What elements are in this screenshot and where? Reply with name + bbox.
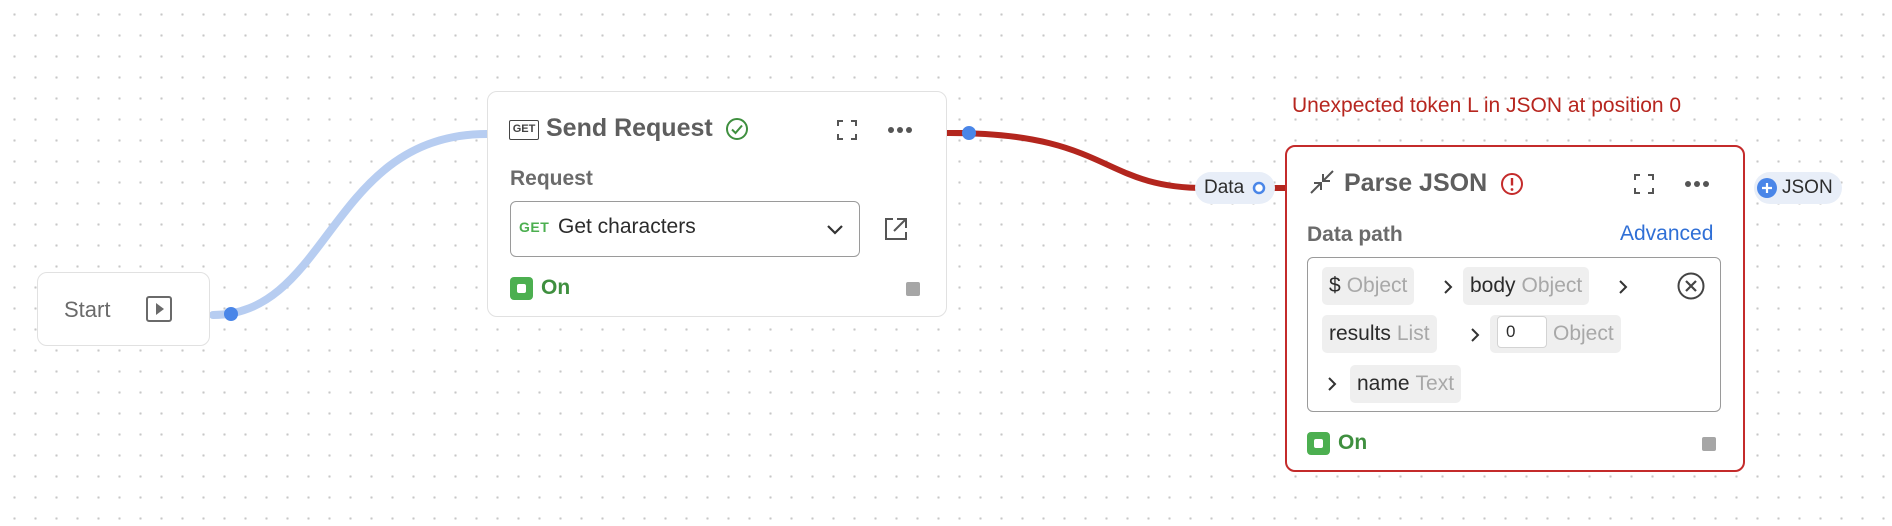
more-options-icon[interactable] xyxy=(1684,180,1710,188)
chevron-right-icon xyxy=(1471,328,1480,342)
request-to-parse-wire xyxy=(947,130,1208,191)
json-output-port[interactable]: JSON xyxy=(1754,172,1842,204)
parse-json-node[interactable]: Parse JSON Data path Advanced $ Object bo… xyxy=(1285,145,1745,472)
chevron-down-icon xyxy=(827,225,843,235)
path-chip-body[interactable]: body Object xyxy=(1463,267,1590,305)
check-circle-icon xyxy=(726,118,748,140)
open-external-icon[interactable] xyxy=(883,216,909,242)
on-toggle[interactable] xyxy=(1307,432,1330,455)
plus-circle-icon[interactable] xyxy=(1756,177,1778,199)
get-method-icon: GET xyxy=(509,120,539,140)
request-select-value: Get characters xyxy=(558,215,696,238)
send-request-node[interactable]: GET Send Request Request GET Get charact… xyxy=(487,91,947,317)
start-to-request-wire xyxy=(209,130,491,319)
index-input[interactable]: 0 xyxy=(1497,316,1547,349)
path-chip-type: Object xyxy=(1346,274,1408,297)
path-chip-type: Object xyxy=(1553,322,1614,345)
request-select[interactable]: GET Get characters xyxy=(510,201,860,257)
path-chip-name: name xyxy=(1357,372,1410,395)
on-label: On xyxy=(1338,431,1368,454)
port-circle-icon xyxy=(1252,181,1266,195)
path-chip-name: $ xyxy=(1329,274,1341,297)
on-label: On xyxy=(541,276,571,299)
path-chip-type: List xyxy=(1396,322,1430,345)
collapse-arrows-icon xyxy=(1310,170,1334,194)
data-input-port[interactable]: Data xyxy=(1195,172,1275,204)
path-chip-index[interactable]: 0 Object xyxy=(1490,315,1621,353)
stop-icon[interactable] xyxy=(906,282,920,296)
path-chip-name: results xyxy=(1329,322,1391,345)
data-port-label: Data xyxy=(1204,177,1245,198)
chevron-right-icon xyxy=(1619,280,1628,294)
request-label: Request xyxy=(510,167,593,190)
request-output-port[interactable] xyxy=(962,126,976,140)
error-message: Unexpected token L in JSON at position 0 xyxy=(1292,94,1682,117)
play-icon[interactable] xyxy=(145,295,173,323)
path-chip-type: Text xyxy=(1415,372,1455,395)
start-output-port[interactable] xyxy=(224,307,238,321)
chevron-right-icon xyxy=(1328,377,1337,391)
expand-icon[interactable] xyxy=(1633,173,1655,195)
on-toggle[interactable] xyxy=(510,277,533,300)
advanced-link[interactable]: Advanced xyxy=(1620,222,1713,246)
path-chip-root[interactable]: $ Object xyxy=(1322,267,1415,305)
method-tag: GET xyxy=(519,219,550,235)
more-options-icon[interactable] xyxy=(887,126,913,134)
clear-circle-icon[interactable] xyxy=(1676,271,1706,301)
path-chip-results[interactable]: results List xyxy=(1322,315,1437,353)
data-path-builder[interactable]: $ Object body Object results List 0 Object xyxy=(1307,257,1721,412)
path-chip-name: body xyxy=(1470,274,1516,297)
expand-icon[interactable] xyxy=(836,119,858,141)
path-chip-name[interactable]: name Text xyxy=(1350,365,1462,403)
chevron-right-icon xyxy=(1444,280,1453,294)
stop-icon[interactable] xyxy=(1702,437,1716,451)
start-label: Start xyxy=(64,297,111,322)
json-port-label: JSON xyxy=(1782,177,1833,198)
data-path-label: Data path xyxy=(1307,223,1403,246)
start-node[interactable]: Start xyxy=(37,272,210,346)
node-title: Send Request xyxy=(546,114,713,142)
node-title: Parse JSON xyxy=(1344,169,1488,197)
path-chip-type: Object xyxy=(1521,274,1583,297)
error-circle-icon xyxy=(1501,173,1523,195)
